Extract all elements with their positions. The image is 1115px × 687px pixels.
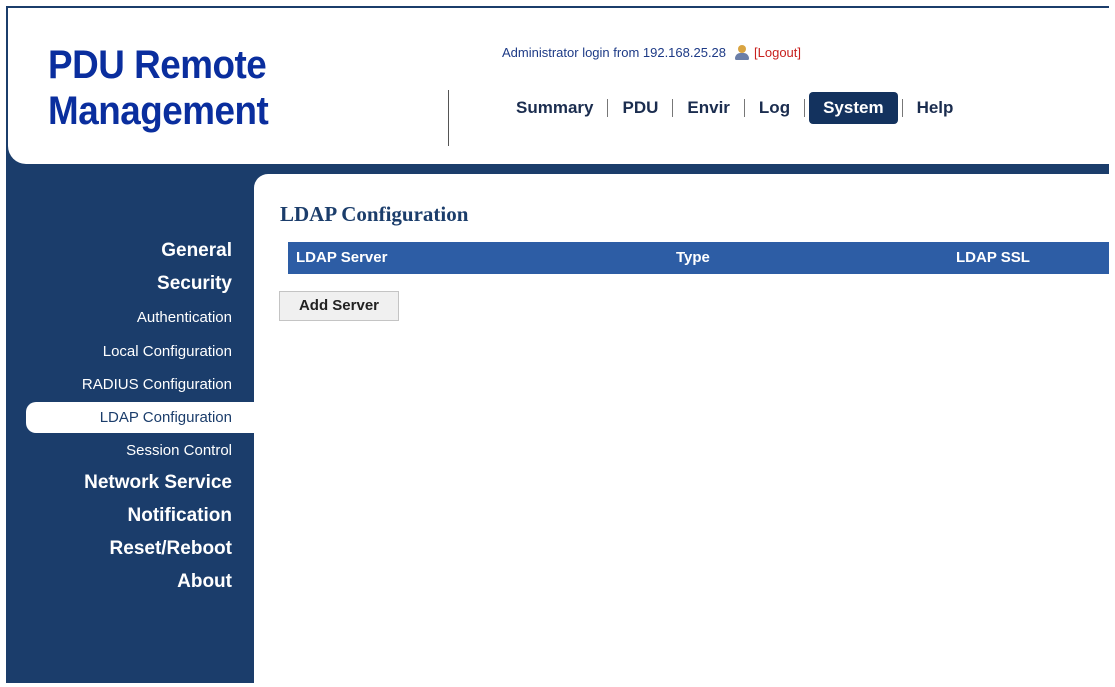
logo-line2: Management <box>48 89 269 133</box>
nav-help[interactable]: Help <box>903 92 968 124</box>
ldap-server-table-header: LDAP Server Type LDAP SSL <box>288 242 1109 274</box>
nav-log[interactable]: Log <box>745 92 804 124</box>
sidebar-item-reset-reboot[interactable]: Reset/Reboot <box>110 538 232 560</box>
sidebar: General Security Authentication Local Co… <box>8 164 254 683</box>
sidebar-item-about[interactable]: About <box>177 571 232 593</box>
nav-separator <box>804 99 806 117</box>
sidebar-item-session-control[interactable]: Session Control <box>126 442 232 459</box>
top-nav: Summary PDU Envir Log System Help <box>502 90 967 126</box>
header: PDU Remote Management Administrator logi… <box>8 8 1109 164</box>
sidebar-item-authentication[interactable]: Authentication <box>137 309 232 326</box>
nav-pdu[interactable]: PDU <box>608 92 672 124</box>
page-title: LDAP Configuration <box>280 202 469 226</box>
sidebar-item-network-service[interactable]: Network Service <box>84 472 232 494</box>
user-icon <box>734 44 750 60</box>
sidebar-item-security[interactable]: Security <box>157 273 232 295</box>
add-server-button[interactable]: Add Server <box>279 291 399 321</box>
app-logo: PDU Remote Management <box>48 42 269 134</box>
column-header-ldap-server: LDAP Server <box>296 249 388 266</box>
login-text: Administrator login from 192.168.25.28 <box>502 44 727 60</box>
logout-link[interactable]: [Logout] <box>754 45 801 60</box>
sidebar-item-radius-configuration[interactable]: RADIUS Configuration <box>82 376 232 393</box>
nav-envir[interactable]: Envir <box>673 92 744 124</box>
sidebar-item-local-configuration[interactable]: Local Configuration <box>103 343 232 360</box>
page-frame: PDU Remote Management Administrator logi… <box>6 6 1109 683</box>
nav-summary[interactable]: Summary <box>502 92 607 124</box>
main-content: LDAP Configuration LDAP Server Type LDAP… <box>254 174 1109 683</box>
header-divider <box>448 90 449 146</box>
sidebar-item-ldap-configuration[interactable]: LDAP Configuration <box>26 402 254 433</box>
login-info: Administrator login from 192.168.25.28 [… <box>502 44 801 60</box>
logo-line1: PDU Remote <box>48 43 267 87</box>
nav-system[interactable]: System <box>809 92 898 124</box>
column-header-type: Type <box>676 249 710 266</box>
sidebar-item-general[interactable]: General <box>161 240 232 262</box>
column-header-ldap-ssl: LDAP SSL <box>956 249 1030 266</box>
sidebar-item-notification[interactable]: Notification <box>128 505 233 527</box>
